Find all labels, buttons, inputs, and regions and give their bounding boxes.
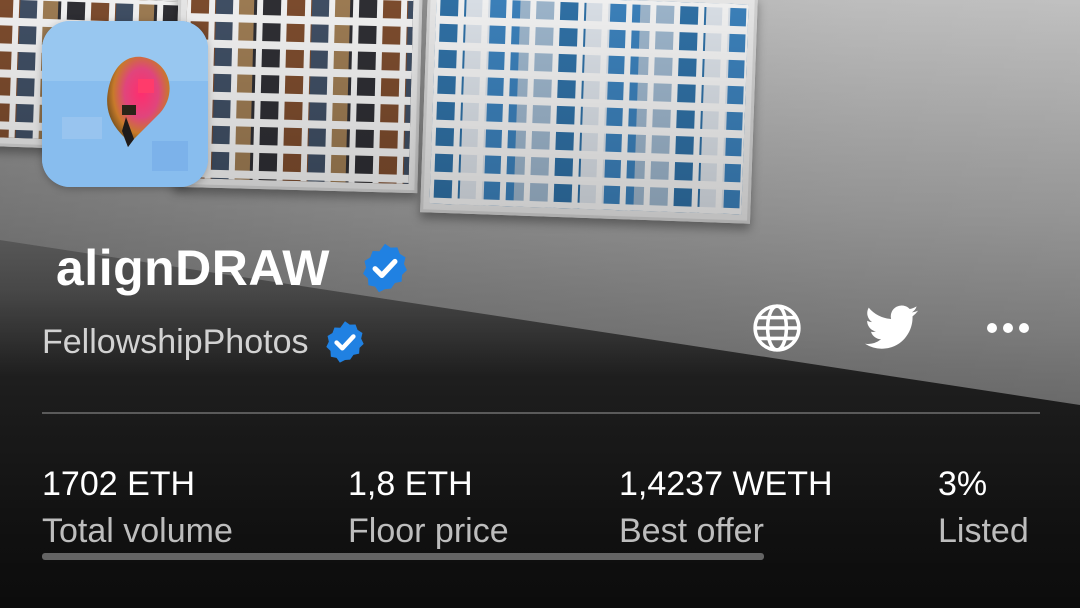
twitter-icon	[865, 305, 919, 349]
globe-icon	[753, 304, 801, 352]
collection-name: alignDRAW	[56, 240, 330, 296]
twitter-button[interactable]	[864, 300, 920, 356]
stat-best-offer[interactable]: 1,4237 WETH Best offer	[619, 462, 833, 556]
stat-value: 1702 ETH	[42, 465, 196, 503]
more-options-button[interactable]	[980, 300, 1036, 356]
collection-title-row: alignDRAW	[56, 236, 412, 300]
collection-actions	[746, 300, 1046, 356]
stat-listed[interactable]: 3% Listed	[938, 462, 1029, 556]
collection-avatar[interactable]	[42, 21, 208, 187]
stat-label: Best offer	[619, 512, 764, 550]
creator-name[interactable]: FellowshipPhotos	[42, 325, 308, 359]
stat-value: 1,4237 WETH	[619, 465, 833, 503]
stat-label: Total volume	[42, 512, 233, 550]
stats-scrollbar[interactable]	[42, 553, 764, 560]
website-button[interactable]	[749, 300, 805, 356]
collection-avatar-image	[42, 21, 208, 187]
creator-row[interactable]: FellowshipPhotos	[42, 318, 368, 366]
verified-badge-icon	[363, 243, 407, 293]
stat-value: 3%	[938, 465, 988, 503]
stat-label: Floor price	[348, 512, 509, 550]
stat-total-volume[interactable]: 1702 ETH Total volume	[42, 462, 233, 556]
stat-value: 1,8 ETH	[348, 465, 473, 503]
stat-floor-price[interactable]: 1,8 ETH Floor price	[348, 462, 509, 556]
stats-divider	[42, 412, 1040, 414]
creator-verified-badge-icon	[326, 321, 365, 363]
more-icon	[987, 323, 1029, 333]
stat-label: Listed	[938, 512, 1029, 550]
